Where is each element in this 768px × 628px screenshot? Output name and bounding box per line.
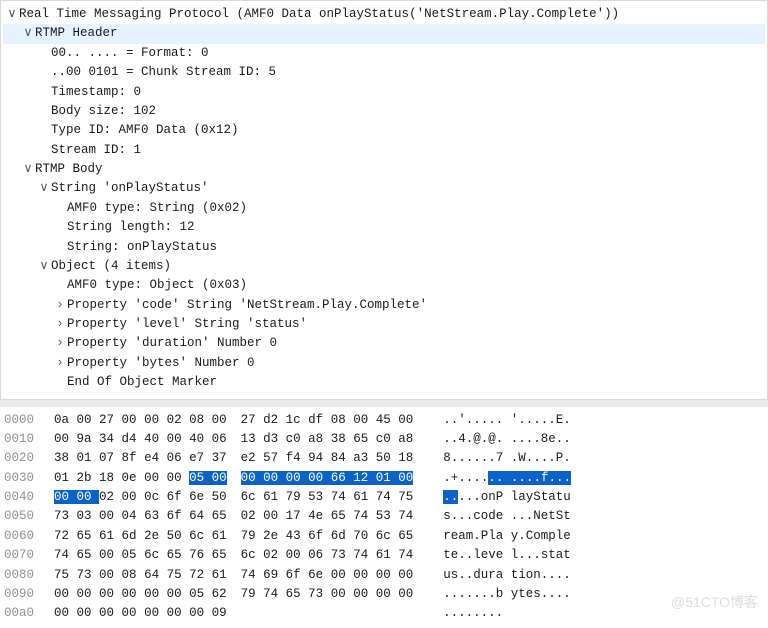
hex-ascii: te..leve l...stat [443,546,571,565]
tree-text: 00.. .... = Format: 0 [51,44,209,63]
expand-arrow[interactable]: ∨ [39,179,49,198]
hex-offset: 0050 [4,507,54,526]
protocol-tree-panel: ∨ Real Time Messaging Protocol (AMF0 Dat… [0,0,768,400]
hex-ascii: ..'..... '.....E. [443,411,571,430]
tree-text: AMF0 type: String (0x02) [67,199,247,218]
hex-row[interactable]: 004000 00 02 00 0c 6f 6e 506c 61 79 53 7… [4,488,768,507]
hex-ascii: ........ [443,604,511,623]
hex-ascii: us..dura tion.... [443,566,571,585]
tree-leaf[interactable]: AMF0 type: Object (0x03) [3,276,765,295]
tree-text: Type ID: AMF0 Data (0x12) [51,121,239,140]
tree-root[interactable]: ∨ Real Time Messaging Protocol (AMF0 Dat… [3,5,765,24]
expand-arrow[interactable]: › [55,315,65,334]
tree-leaf[interactable]: ›Property 'duration' Number 0 [3,334,765,353]
tree-node-header[interactable]: ∨ RTMP Header [3,24,765,43]
hex-offset: 0020 [4,449,54,468]
hex-dump-panel[interactable]: 00000a 00 27 00 00 02 08 0027 d2 1c df 0… [0,400,768,628]
expand-arrow[interactable]: › [55,296,65,315]
tree-text: AMF0 type: Object (0x03) [67,276,247,295]
hex-ascii: s...code ...NetSt [443,507,571,526]
hex-offset: 0010 [4,430,54,449]
tree-text: Property 'code' String 'NetStream.Play.C… [67,296,427,315]
tree-label: RTMP Header [35,24,118,43]
tree-leaf[interactable]: ›Property 'code' String 'NetStream.Play.… [3,296,765,315]
expand-arrow[interactable]: ∨ [23,160,33,179]
hex-ascii: ream.Pla y.Comple [443,527,571,546]
tree-leaf[interactable]: End Of Object Marker [3,373,765,392]
hex-row[interactable]: 009000 00 00 00 00 00 05 6279 74 65 73 0… [4,585,768,604]
expand-arrow[interactable]: ∨ [39,257,49,276]
expand-arrow[interactable]: › [55,334,65,353]
hex-ascii: 8......7 .W....P. [443,449,571,468]
hex-row[interactable]: 005073 03 00 04 63 6f 64 6502 00 17 4e 6… [4,507,768,526]
hex-row[interactable]: 001000 9a 34 d4 40 00 40 0613 d3 c0 a8 3… [4,430,768,449]
tree-label: Real Time Messaging Protocol (AMF0 Data … [19,5,619,24]
tree-text: ..00 0101 = Chunk Stream ID: 5 [51,63,276,82]
hex-row[interactable]: 002038 01 07 8f e4 06 e7 37e2 57 f4 94 8… [4,449,768,468]
hex-row[interactable]: 003001 2b 18 0e 00 00 05 0000 00 00 00 6… [4,469,768,488]
tree-leaf[interactable]: AMF0 type: String (0x02) [3,199,765,218]
tree-text: Property 'bytes' Number 0 [67,354,255,373]
hex-row[interactable]: 007074 65 00 05 6c 65 76 656c 02 00 06 7… [4,546,768,565]
expand-arrow[interactable]: ∨ [23,24,33,43]
tree-leaf[interactable]: String length: 12 [3,218,765,237]
tree-text: Body size: 102 [51,102,156,121]
tree-leaf[interactable]: Body size: 102 [3,102,765,121]
hex-offset: 0040 [4,488,54,507]
hex-offset: 0080 [4,566,54,585]
tree-text: Property 'duration' Number 0 [67,334,277,353]
tree-leaf[interactable]: String: onPlayStatus [3,238,765,257]
tree-node-string[interactable]: ∨ String 'onPlayStatus' [3,179,765,198]
tree-label: String 'onPlayStatus' [51,179,209,198]
tree-text: Timestamp: 0 [51,83,141,102]
tree-leaf[interactable]: ›Property 'bytes' Number 0 [3,354,765,373]
hex-offset: 0070 [4,546,54,565]
hex-row[interactable]: 008075 73 00 08 64 75 72 6174 69 6f 6e 0… [4,566,768,585]
tree-leaf[interactable]: Timestamp: 0 [3,83,765,102]
hex-row[interactable]: 00000a 00 27 00 00 02 08 0027 d2 1c df 0… [4,411,768,430]
hex-ascii: ..4.@.@. ....8e.. [443,430,571,449]
hex-offset: 0060 [4,527,54,546]
hex-ascii: .......b ytes.... [443,585,571,604]
tree-text: Stream ID: 1 [51,141,141,160]
protocol-tree[interactable]: ∨ Real Time Messaging Protocol (AMF0 Dat… [1,1,767,399]
expand-arrow[interactable]: › [55,354,65,373]
hex-offset: 0030 [4,469,54,488]
tree-text: Property 'level' String 'status' [67,315,307,334]
tree-node-object[interactable]: ∨ Object (4 items) [3,257,765,276]
tree-label: RTMP Body [35,160,103,179]
hex-offset: 00a0 [4,604,54,623]
expand-arrow[interactable]: ∨ [7,5,17,24]
tree-leaf[interactable]: ›Property 'level' String 'status' [3,315,765,334]
hex-offset: 0090 [4,585,54,604]
tree-label: Object (4 items) [51,257,171,276]
tree-text: String: onPlayStatus [67,238,217,257]
tree-leaf[interactable]: 00.. .... = Format: 0 [3,44,765,63]
tree-text: End Of Object Marker [67,373,217,392]
tree-leaf[interactable]: ..00 0101 = Chunk Stream ID: 5 [3,63,765,82]
hex-offset: 0000 [4,411,54,430]
hex-row[interactable]: 00a000 00 00 00 00 00 00 09 ........ [4,604,768,623]
hex-row[interactable]: 006072 65 61 6d 2e 50 6c 6179 2e 43 6f 6… [4,527,768,546]
tree-leaf[interactable]: Type ID: AMF0 Data (0x12) [3,121,765,140]
tree-node-body[interactable]: ∨ RTMP Body [3,160,765,179]
tree-text: String length: 12 [67,218,195,237]
tree-leaf[interactable]: Stream ID: 1 [3,141,765,160]
